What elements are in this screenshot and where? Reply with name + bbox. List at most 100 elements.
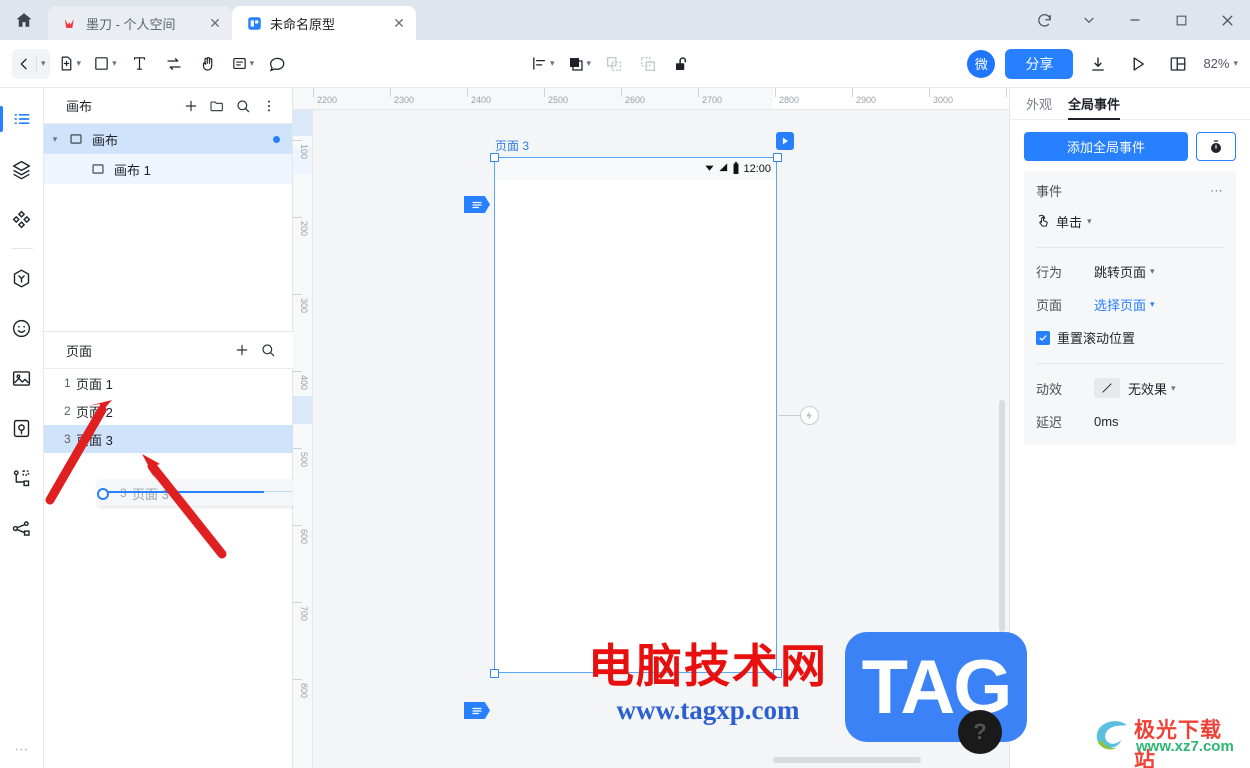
rail-item-icon-library[interactable] bbox=[0, 303, 44, 353]
rail-item-components[interactable] bbox=[0, 194, 44, 244]
chevron-down-icon[interactable]: ▾ bbox=[44, 134, 66, 145]
rail-item-resource[interactable] bbox=[0, 403, 44, 453]
canvas-vertical-scrollbar[interactable] bbox=[999, 400, 1005, 632]
canvas-board[interactable]: 页面 3 12:00 bbox=[313, 110, 1009, 768]
page-row-3[interactable]: 3 页面 3 bbox=[44, 425, 293, 453]
zoom-caret-icon[interactable]: ▾ bbox=[1233, 58, 1238, 69]
rail-item-layers[interactable] bbox=[0, 144, 44, 194]
more-icon[interactable] bbox=[256, 93, 282, 119]
home-icon[interactable] bbox=[0, 0, 48, 40]
wifi-icon bbox=[704, 162, 715, 176]
frame-caret-icon[interactable]: ▾ bbox=[587, 58, 592, 69]
event-page-caret-icon[interactable]: ▾ bbox=[1150, 299, 1155, 310]
rail-item-flow[interactable] bbox=[0, 453, 44, 503]
timer-icon[interactable] bbox=[1196, 132, 1236, 161]
horizontal-ruler[interactable]: 2200 2300 2400 2500 2600 2700 2800 2900 … bbox=[293, 88, 1009, 110]
search-pages-icon[interactable] bbox=[255, 337, 281, 363]
ruler-h-label-3: 2500 bbox=[548, 95, 569, 105]
add-icon[interactable] bbox=[178, 93, 204, 119]
rail-item-share-node[interactable] bbox=[0, 503, 44, 553]
tree-row-canvas[interactable]: ▾ 画布 bbox=[44, 124, 292, 154]
refresh-icon[interactable] bbox=[1022, 0, 1066, 40]
vertical-ruler[interactable]: 100 200 300 400 500 600 700 800 bbox=[293, 110, 313, 768]
page-drag-ghost: 3 页面 3 bbox=[98, 480, 320, 506]
event-trigger-selector[interactable]: 单击 ▾ bbox=[1036, 212, 1224, 231]
maximize-button[interactable] bbox=[1158, 0, 1204, 40]
folder-icon[interactable] bbox=[204, 93, 230, 119]
zoom-control[interactable]: 82% ▾ bbox=[1203, 56, 1238, 71]
align-button[interactable]: ▾ bbox=[527, 49, 559, 79]
resize-handle-top-right[interactable] bbox=[773, 153, 782, 162]
page-row-2[interactable]: 2 页面 2 bbox=[44, 397, 293, 425]
chevron-down-icon[interactable] bbox=[1066, 0, 1112, 40]
rail-item-list[interactable] bbox=[0, 94, 44, 144]
download-icon[interactable] bbox=[1083, 49, 1113, 79]
reset-scroll-checkbox-row[interactable]: 重置滚动位置 bbox=[1036, 328, 1224, 347]
resize-handle-bottom-right[interactable] bbox=[773, 669, 782, 678]
back-button[interactable]: ▾ bbox=[12, 48, 50, 79]
reset-scroll-label: 重置滚动位置 bbox=[1057, 331, 1136, 346]
close-button[interactable] bbox=[1204, 0, 1250, 40]
insert-page-button[interactable]: ▾ bbox=[54, 49, 86, 79]
event-more-icon[interactable]: ⋯ bbox=[1210, 183, 1224, 199]
back-caret-icon[interactable]: ▾ bbox=[41, 58, 46, 69]
event-trigger-caret-icon[interactable]: ▾ bbox=[1087, 216, 1092, 227]
artboard-name-label[interactable]: 页面 3 bbox=[495, 137, 529, 154]
avatar[interactable]: 微 bbox=[967, 49, 996, 78]
event-animation-value[interactable]: 无效果 ▾ bbox=[1128, 379, 1176, 398]
align-caret-icon[interactable]: ▾ bbox=[550, 58, 555, 69]
add-page-icon[interactable] bbox=[229, 337, 255, 363]
rail-more-icon[interactable]: ⋯ bbox=[0, 741, 44, 758]
hand-icon[interactable] bbox=[193, 49, 223, 79]
note-tag-icon-bottom[interactable] bbox=[464, 702, 490, 719]
event-delay-value[interactable]: 0ms bbox=[1094, 414, 1119, 429]
event-action-value[interactable]: 跳转页面 ▾ bbox=[1094, 262, 1155, 281]
unlock-icon[interactable] bbox=[667, 49, 697, 79]
left-panel: 画布 ▾ 画布 画布 1 页面 1 页面 1 2 页面 2 3 页面 3 3 页… bbox=[44, 88, 322, 768]
share-button[interactable]: 分享 bbox=[1005, 48, 1074, 79]
artboard-play-button[interactable] bbox=[776, 132, 794, 150]
search-icon[interactable] bbox=[230, 93, 256, 119]
event-action-caret-icon[interactable]: ▾ bbox=[1150, 266, 1155, 277]
tree-row-canvas-1[interactable]: 画布 1 bbox=[44, 154, 292, 184]
ruler-v-label-7: 800 bbox=[299, 683, 309, 699]
diagonal-line-icon[interactable] bbox=[1094, 378, 1120, 398]
page-row-2-label: 页面 2 bbox=[76, 404, 113, 420]
browser-tab-2[interactable]: 未命名原型 ✕ bbox=[232, 6, 416, 40]
event-animation-caret-icon[interactable]: ▾ bbox=[1171, 383, 1176, 394]
add-global-event-button[interactable]: 添加全局事件 bbox=[1024, 132, 1188, 161]
rail-item-widgets[interactable] bbox=[0, 253, 44, 303]
event-animation-label: 动效 bbox=[1036, 381, 1063, 397]
combine-icon[interactable] bbox=[599, 49, 629, 79]
panel-layout-icon[interactable] bbox=[1163, 49, 1193, 79]
shape-caret-icon[interactable]: ▾ bbox=[112, 58, 117, 69]
frame-button[interactable]: ▾ bbox=[563, 49, 596, 79]
lightning-icon[interactable] bbox=[800, 406, 819, 425]
event-page-value[interactable]: 选择页面 ▾ bbox=[1094, 295, 1155, 314]
browser-tab-1-close-icon[interactable]: ✕ bbox=[206, 14, 224, 32]
note-tag-icon-top[interactable] bbox=[464, 196, 490, 213]
shape-button[interactable]: ▾ bbox=[89, 49, 121, 79]
page-row-1[interactable]: 1 页面 1 bbox=[44, 369, 293, 397]
browser-tab-2-close-icon[interactable]: ✕ bbox=[390, 14, 408, 32]
minimize-button[interactable] bbox=[1112, 0, 1158, 40]
left-rail: ⋯ bbox=[0, 88, 44, 768]
tab-global-events[interactable]: 全局事件 bbox=[1068, 88, 1121, 120]
preview-play-icon[interactable] bbox=[1123, 49, 1153, 79]
note-caret-icon[interactable]: ▾ bbox=[250, 58, 255, 69]
browser-tab-1[interactable]: 墨刀 - 个人空间 ✕ bbox=[48, 6, 232, 40]
swap-icon[interactable] bbox=[159, 49, 189, 79]
text-tool-button[interactable] bbox=[125, 49, 155, 79]
tab-appearance[interactable]: 外观 bbox=[1026, 88, 1052, 120]
artboard-page-3[interactable]: 12:00 bbox=[494, 157, 777, 673]
canvas-area[interactable]: 2200 2300 2400 2500 2600 2700 2800 2900 … bbox=[293, 88, 1009, 768]
resize-handle-top-left[interactable] bbox=[490, 153, 499, 162]
resize-handle-bottom-left[interactable] bbox=[490, 669, 499, 678]
subtract-icon[interactable] bbox=[633, 49, 663, 79]
note-button[interactable]: ▾ bbox=[227, 49, 259, 79]
rail-item-image[interactable] bbox=[0, 353, 44, 403]
canvas-horizontal-scrollbar[interactable] bbox=[773, 757, 921, 763]
comment-bubble-icon[interactable] bbox=[262, 49, 292, 79]
insert-caret-icon[interactable]: ▾ bbox=[77, 58, 82, 69]
checkbox-checked-icon[interactable] bbox=[1036, 330, 1050, 345]
